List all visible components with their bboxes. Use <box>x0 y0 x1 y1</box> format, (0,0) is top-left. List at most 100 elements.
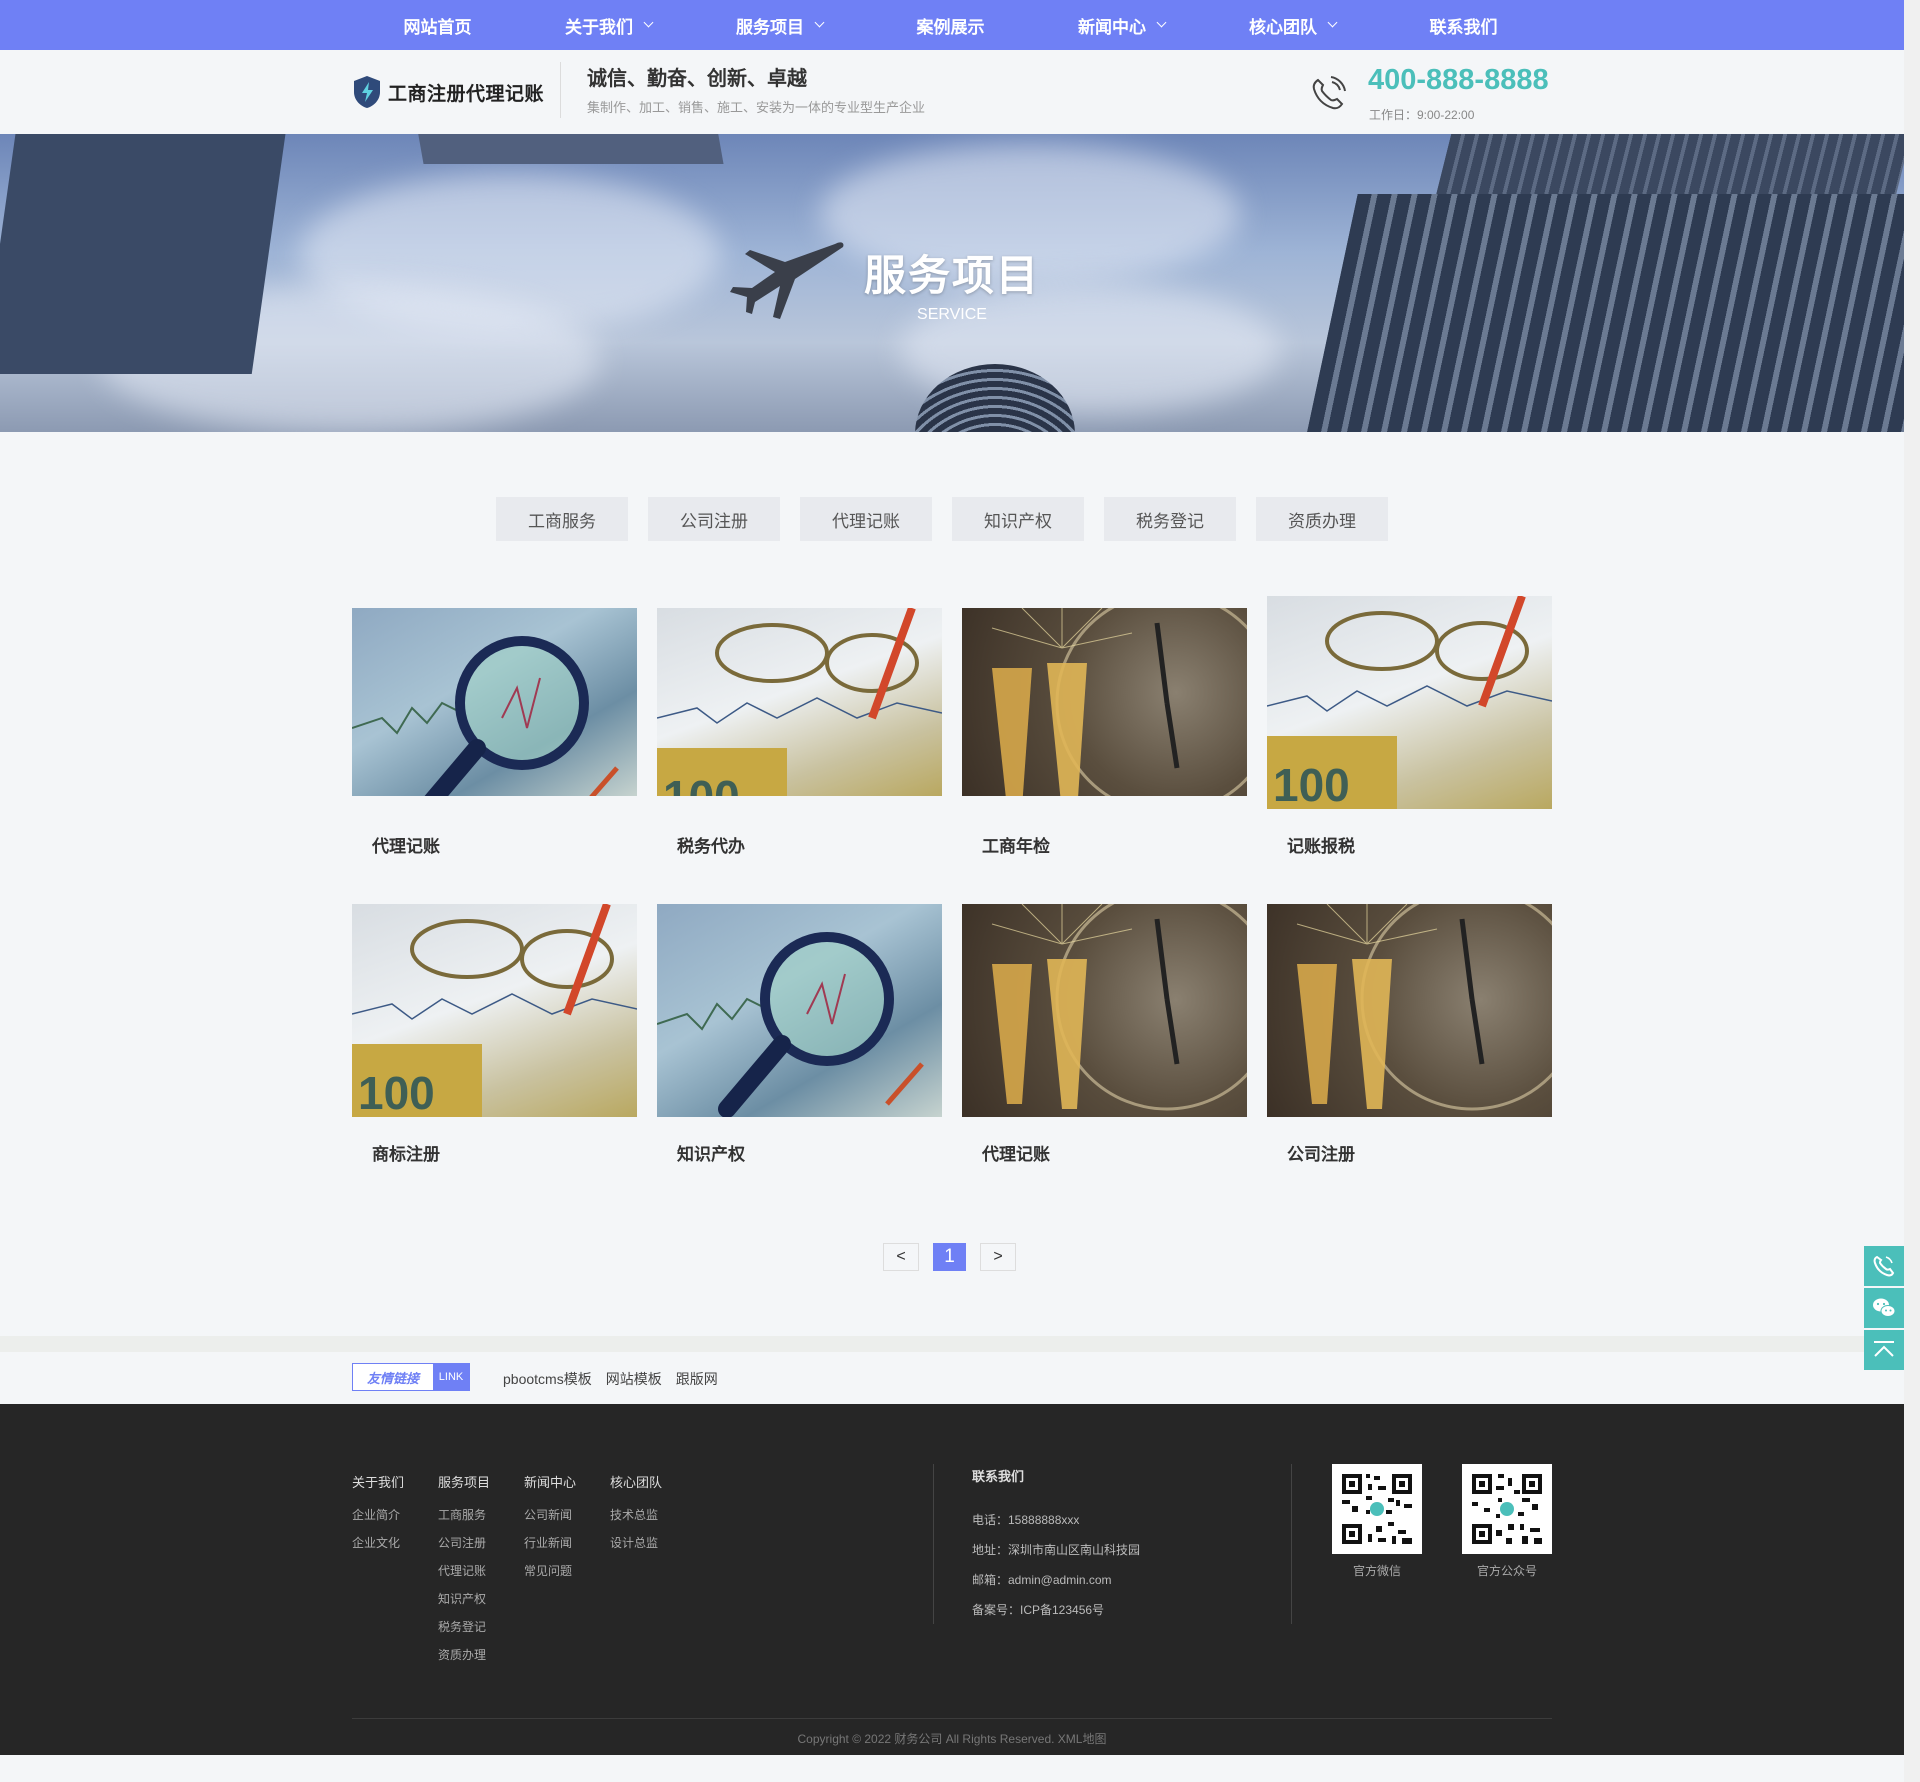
service-title[interactable]: 商标注册 <box>372 1140 440 1165</box>
nav-item[interactable]: 服务项目 <box>694 0 865 50</box>
service-image[interactable] <box>352 608 637 796</box>
category-tab[interactable]: 代理记账 <box>800 497 932 541</box>
phone-number[interactable]: 400-888-8888 <box>1368 64 1549 97</box>
nav-item[interactable]: 核心团队 <box>1207 0 1378 50</box>
contact-icp[interactable]: 备案号：ICP备123456号 <box>972 1595 1140 1625</box>
float-wechat-button[interactable] <box>1864 1288 1904 1328</box>
service-title[interactable]: 知识产权 <box>677 1140 745 1165</box>
site-header: 工商注册代理记账 诚信、勤奋、创新、卓越 集制作、加工、销售、施工、安装为一体的… <box>0 50 1904 134</box>
slogan: 诚信、勤奋、创新、卓越 <box>587 68 807 90</box>
footer-column-heading[interactable]: 关于我们 <box>352 1472 438 1491</box>
category-tab[interactable]: 税务登记 <box>1104 497 1236 541</box>
nav-item[interactable]: 案例展示 <box>865 0 1036 50</box>
contact-heading: 联系我们 <box>972 1469 1025 1484</box>
banner-title: 服务项目 <box>863 252 1040 299</box>
footer-link[interactable]: 企业文化 <box>352 1529 438 1557</box>
nav-item-label: 新闻中心 <box>1078 17 1146 37</box>
footer-line <box>352 1718 1552 1719</box>
category-tab[interactable]: 资质办理 <box>1256 497 1388 541</box>
service-image[interactable]: 100 <box>352 904 637 1117</box>
contact-phone: 电话：15888888xxx <box>972 1513 1080 1527</box>
footer-link[interactable]: 公司新闻 <box>524 1501 610 1529</box>
site-footer: 关于我们 企业简介 企业文化 服务项目 工商服务 公司注册 代理记账 知识产权 税务登记 资质办理… <box>0 1404 1904 1755</box>
banner-subtitle: SERVICE <box>917 306 987 323</box>
footer-divider <box>933 1464 934 1624</box>
logo[interactable]: 工商注册代理记账 <box>352 68 544 116</box>
scrollbar[interactable] <box>1904 0 1920 1782</box>
nav-item[interactable]: 联系我们 <box>1378 0 1549 50</box>
nav-list: 网站首页 关于我们 服务项目 案例展示 新闻中心 核心团队 联系我们 <box>352 0 1552 50</box>
service-image[interactable] <box>657 904 942 1117</box>
category-tab[interactable]: 公司注册 <box>648 497 780 541</box>
footer-link[interactable]: 知识产权 <box>438 1585 524 1613</box>
float-back-to-top-button[interactable] <box>1864 1330 1904 1370</box>
building-top <box>416 134 724 164</box>
svg-text:100: 100 <box>663 771 740 796</box>
back-to-top-icon <box>1874 1341 1894 1357</box>
header-divider <box>560 62 561 118</box>
chevron-down-icon <box>1156 17 1167 28</box>
copyright: Copyright © 2022 财务公司 All Rights Reserve… <box>797 1732 1107 1746</box>
footer-link[interactable]: 行业新闻 <box>524 1529 610 1557</box>
prev-page-button[interactable]: < <box>883 1243 919 1271</box>
friend-link[interactable]: 网站模板 <box>606 1369 662 1389</box>
friend-link[interactable]: pbootcms模板 <box>503 1369 592 1389</box>
nav-item[interactable]: 关于我们 <box>523 0 694 50</box>
footer-column-heading[interactable]: 核心团队 <box>610 1472 696 1491</box>
hotline: 400-888-8888 工作日：9:00-22:00 <box>1308 62 1552 122</box>
footer-link[interactable]: 工商服务 <box>438 1501 524 1529</box>
footer-link[interactable]: 设计总监 <box>610 1529 696 1557</box>
working-hours: 工作日：9:00-22:00 <box>1369 108 1475 122</box>
footer-contact: 联系我们 电话：15888888xxx 地址：深圳市南山区南山科技园 邮箱：ad… <box>972 1466 1140 1625</box>
section-divider <box>0 1336 1904 1352</box>
nav-item[interactable]: 新闻中心 <box>1036 0 1207 50</box>
footer-link[interactable]: 技术总监 <box>610 1501 696 1529</box>
page-banner: 服务项目 SERVICE <box>0 134 1904 432</box>
category-tab[interactable]: 知识产权 <box>952 497 1084 541</box>
service-image[interactable]: 100 <box>657 608 942 796</box>
footer-divider <box>1291 1464 1292 1624</box>
nav-item[interactable]: 网站首页 <box>352 0 523 50</box>
qr-code-icon <box>1462 1464 1552 1554</box>
footer-column-heading[interactable]: 新闻中心 <box>524 1472 610 1491</box>
service-title[interactable]: 公司注册 <box>1287 1140 1355 1165</box>
footer-columns: 关于我们 企业简介 企业文化 服务项目 工商服务 公司注册 代理记账 知识产权 税务登记 资质办理… <box>352 1472 696 1669</box>
service-image[interactable] <box>1267 904 1552 1117</box>
svg-text:100: 100 <box>358 1067 435 1117</box>
service-title[interactable]: 代理记账 <box>372 832 440 857</box>
chevron-down-icon <box>643 17 654 28</box>
service-image[interactable] <box>962 904 1247 1117</box>
service-title[interactable]: 工商年检 <box>982 832 1050 857</box>
service-title[interactable]: 记账报税 <box>1287 832 1355 857</box>
logo-text: 工商注册代理记账 <box>388 83 545 105</box>
contact-email: 邮箱：admin@admin.com <box>972 1573 1112 1587</box>
service-title[interactable]: 代理记账 <box>982 1140 1050 1165</box>
qr-wechat: 官方微信 <box>1332 1464 1422 1579</box>
nav-item-label: 关于我们 <box>565 17 633 37</box>
footer-link[interactable]: 税务登记 <box>438 1613 524 1641</box>
qr-code-icon <box>1332 1464 1422 1554</box>
service-title[interactable]: 税务代办 <box>677 832 745 857</box>
category-tab[interactable]: 工商服务 <box>496 497 628 541</box>
footer-link[interactable]: 常见问题 <box>524 1557 610 1585</box>
current-page-button[interactable]: 1 <box>933 1243 966 1271</box>
nav-item-label: 服务项目 <box>736 17 804 37</box>
friend-link[interactable]: 跟版网 <box>676 1369 718 1389</box>
footer-link[interactable]: 企业简介 <box>352 1501 438 1529</box>
service-image[interactable]: 100 <box>1267 596 1552 809</box>
category-tabs: 工商服务 公司注册 代理记账 知识产权 税务登记 资质办理 <box>496 497 1388 541</box>
footer-column-heading[interactable]: 服务项目 <box>438 1472 524 1491</box>
next-page-button[interactable]: > <box>980 1243 1016 1271</box>
friend-links-label: 友情链接 LINK <box>352 1363 470 1391</box>
footer-link[interactable]: 资质办理 <box>438 1641 524 1669</box>
footer-column: 服务项目工商服务 公司注册 代理记账 知识产权 税务登记 资质办理 <box>438 1472 524 1669</box>
service-image[interactable] <box>962 608 1247 796</box>
svg-text:100: 100 <box>1273 759 1350 809</box>
footer-link[interactable]: 公司注册 <box>438 1529 524 1557</box>
footer-link[interactable]: 代理记账 <box>438 1557 524 1585</box>
float-phone-button[interactable] <box>1864 1246 1904 1286</box>
slogan-subtitle: 集制作、加工、销售、施工、安装为一体的专业型生产企业 <box>587 100 926 115</box>
friend-links: 友情链接 LINK pbootcms模板 网站模板 跟版网 <box>0 1352 1904 1404</box>
page: 网站首页 关于我们 服务项目 案例展示 新闻中心 核心团队 联系我们 工商注册代理记账 诚信… <box>0 0 1904 1782</box>
footer-column: 核心团队技术总监 设计总监 <box>610 1472 696 1669</box>
